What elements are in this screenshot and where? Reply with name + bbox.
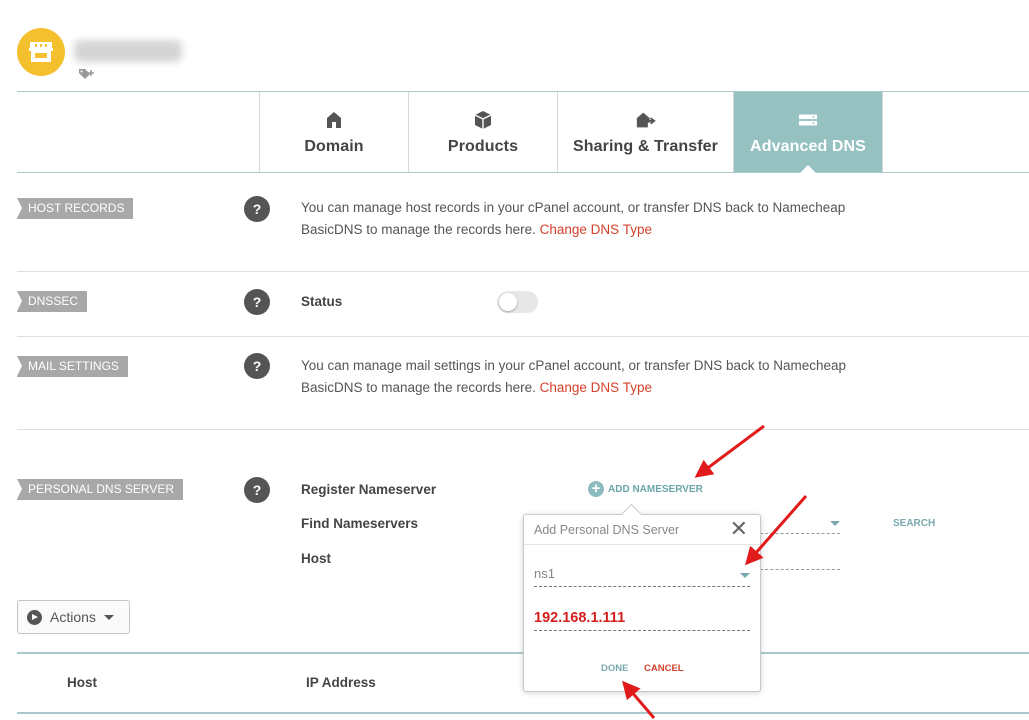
column-header-host[interactable]: Host (67, 675, 97, 690)
actions-label: Actions (50, 609, 96, 625)
add-nameserver-button[interactable]: + ADD NAMESERVER (588, 481, 703, 497)
mail-settings-tag: MAIL SETTINGS (17, 356, 128, 377)
domain-tabbar: Domain Products Sharing & Transfer Advan… (17, 91, 1029, 173)
dnssec-status-toggle[interactable] (497, 291, 538, 313)
divider (17, 271, 1029, 272)
ip-address-value: 192.168.1.111 (534, 610, 626, 626)
find-nameservers-select[interactable] (755, 514, 840, 534)
host-input[interactable] (755, 550, 840, 570)
avatar (17, 28, 65, 76)
annotation-arrow (694, 424, 765, 478)
ip-address-input[interactable]: 192.168.1.111 (534, 607, 750, 631)
dnssec-status-label: Status (301, 294, 343, 309)
popup-title: Add Personal DNS Server (534, 523, 680, 537)
tab-advanced-dns-label: Advanced DNS (750, 137, 866, 155)
box-icon (474, 110, 492, 129)
tab-separator (882, 92, 883, 172)
tab-products[interactable]: Products (408, 92, 557, 172)
tab-domain[interactable]: Domain (259, 92, 408, 172)
tab-products-label: Products (447, 137, 519, 155)
server-icon (798, 114, 818, 125)
popup-header: Add Personal DNS Server ✕ (524, 515, 760, 545)
chevron-down-icon (740, 573, 750, 578)
column-header-ip-address[interactable]: IP Address (306, 675, 376, 690)
register-nameserver-label: Register Nameserver (301, 482, 437, 497)
storefront-icon (29, 42, 53, 62)
personal-dns-help-icon[interactable]: ? (244, 477, 270, 503)
close-icon[interactable]: ✕ (730, 518, 748, 540)
add-personal-dns-popup: Add Personal DNS Server ✕ ns1 192.168.1.… (523, 514, 761, 692)
tab-sharing-transfer[interactable]: Sharing & Transfer (557, 92, 733, 172)
search-button[interactable]: SEARCH (893, 518, 935, 529)
nameserver-value: ns1 (534, 566, 555, 581)
house-arrow-icon (636, 112, 656, 127)
account-name-blurred (74, 40, 182, 62)
host-label: Host (301, 551, 331, 566)
chevron-down-icon (830, 521, 840, 526)
home-icon (327, 111, 341, 128)
actions-button[interactable]: Actions (17, 600, 130, 634)
play-circle-icon (27, 609, 42, 625)
mail-settings-change-dns-link[interactable]: Change DNS Type (540, 380, 652, 395)
host-records-tag: HOST RECORDS (17, 198, 134, 219)
find-nameservers-label: Find Nameservers (301, 516, 419, 531)
divider (17, 336, 1029, 337)
plus-circle-icon: + (588, 481, 604, 497)
tab-domain-label: Domain (304, 137, 364, 155)
done-button[interactable]: DONE (601, 663, 628, 674)
add-nameserver-label: ADD NAMESERVER (608, 483, 703, 495)
cancel-button[interactable]: CANCEL (644, 663, 684, 674)
mail-settings-help-icon[interactable]: ? (244, 353, 270, 379)
chevron-down-icon (103, 614, 114, 620)
table-bottom-border (17, 712, 1029, 714)
dnssec-tag: DNSSEC (17, 291, 88, 312)
host-records-help-icon[interactable]: ? (244, 196, 270, 222)
mail-settings-description: You can manage mail settings in your cPa… (301, 355, 901, 399)
tab-sharing-transfer-label: Sharing & Transfer (573, 137, 718, 155)
divider (17, 429, 1029, 430)
host-records-change-dns-link[interactable]: Change DNS Type (540, 222, 652, 237)
personal-dns-tag: PERSONAL DNS SERVER (17, 479, 184, 500)
tab-advanced-dns[interactable]: Advanced DNS (733, 92, 882, 173)
nameserver-select[interactable]: ns1 (534, 563, 750, 587)
host-records-description: You can manage host records in your cPan… (301, 197, 901, 241)
dnssec-help-icon[interactable]: ? (244, 289, 270, 315)
add-tag-icon[interactable] (78, 68, 94, 83)
